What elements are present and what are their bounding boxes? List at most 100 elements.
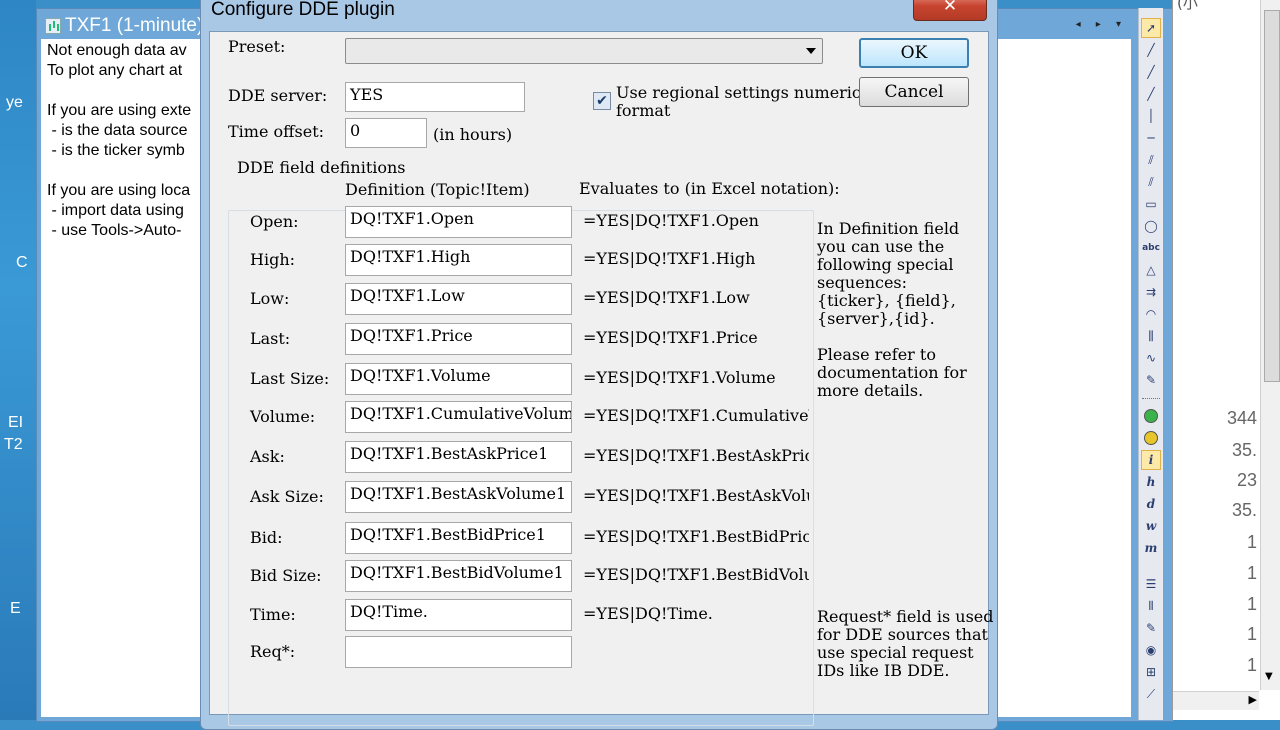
field-label: Ask:: [250, 447, 285, 466]
definition-input[interactable]: DQ!TXF1.BestBidPrice1: [345, 522, 572, 554]
regional-settings-checkbox[interactable]: ✔: [593, 92, 611, 110]
bars-icon[interactable]: ⦀: [1141, 596, 1161, 616]
chart-window-title: TXF1 (1-minute): [65, 15, 204, 36]
regional-settings-label: Use regional settings numeric format: [616, 83, 861, 120]
field-label: Open:: [250, 212, 299, 231]
chart-nav-arrows[interactable]: ◂ ▸ ▾: [1076, 19, 1127, 30]
definition-input[interactable]: DQ!TXF1.High: [345, 244, 572, 276]
group-title: DDE field definitions: [234, 158, 409, 177]
evaluates-value: =YES|DQ!TXF1.CumulativeVolume: [583, 406, 809, 425]
preset-dropdown[interactable]: [345, 38, 823, 64]
period-button-m[interactable]: m: [1141, 538, 1161, 558]
desktop-label: C: [16, 254, 28, 271]
parallel-lines-icon[interactable]: ⫽: [1141, 150, 1161, 170]
fan-icon[interactable]: ⟋: [1141, 684, 1161, 704]
ray-icon[interactable]: ╱: [1141, 62, 1161, 82]
field-label: Low:: [250, 289, 290, 308]
configure-dde-dialog: Configure DDE plugin ✕ Preset: DDE serve…: [200, 0, 998, 730]
definition-input[interactable]: DQ!TXF1.BestBidVolume1: [345, 560, 572, 592]
vertical-line-icon[interactable]: │: [1141, 106, 1161, 126]
quote-panel-hscrollbar[interactable]: ▶: [1173, 691, 1259, 710]
time-offset-input[interactable]: 0: [345, 118, 427, 148]
wifi-icon[interactable]: ◉: [1141, 640, 1161, 660]
evaluates-value: =YES|DQ!Time.: [583, 604, 713, 623]
quote-value: 344: [1226, 408, 1257, 428]
chevron-down-icon: [806, 48, 816, 54]
definition-input[interactable]: DQ!Time.: [345, 599, 572, 631]
cancel-button[interactable]: Cancel: [859, 77, 969, 107]
quote-value: 35.: [1231, 500, 1257, 520]
chart-message: Not enough data av To plot any chart at If…: [47, 41, 191, 241]
request-help-text: Request* field is used for DDE sources t…: [817, 607, 994, 680]
definition-input[interactable]: [345, 636, 572, 668]
chart-message-line: [47, 161, 191, 181]
definition-input[interactable]: DQ!TXF1.Open: [345, 206, 572, 238]
triangle-icon[interactable]: △: [1141, 260, 1161, 280]
zoom-in-icon[interactable]: [1141, 406, 1161, 426]
ok-button[interactable]: OK: [859, 38, 969, 68]
extended-line-icon[interactable]: ╱: [1141, 84, 1161, 104]
definition-input[interactable]: DQ!TXF1.BestAskPrice1: [345, 441, 572, 473]
ellipse-icon[interactable]: ◯: [1141, 216, 1161, 236]
chart-app-icon: [45, 18, 61, 34]
definition-input[interactable]: DQ!TXF1.BestAskVolume1: [345, 481, 572, 513]
line-icon[interactable]: ╱: [1141, 40, 1161, 60]
field-label: Volume:: [250, 407, 316, 426]
chart-message-line: [47, 81, 191, 101]
field-label: Req*:: [250, 642, 296, 661]
grid-icon[interactable]: ⊞: [1141, 662, 1161, 682]
period-button-d[interactable]: d: [1141, 494, 1161, 514]
scrollbar-thumb[interactable]: [1264, 10, 1280, 382]
desktop-label: EI: [8, 414, 24, 431]
polyline-icon[interactable]: ∿: [1141, 348, 1161, 368]
quote-panel: (小 344 35. 23 35. 1 1 1 1 1 ▼ ▶: [1172, 0, 1280, 720]
horizontal-line-icon[interactable]: ─: [1141, 128, 1161, 148]
chart-message-line: - use Tools->Auto-: [47, 222, 182, 239]
chart-window-titlebar[interactable]: TXF1 (1-minute): [45, 15, 203, 37]
chart-message-line: To plot any chart at: [47, 62, 183, 79]
arrow-icon[interactable]: ⇉: [1141, 282, 1161, 302]
desktop-label: T2: [4, 436, 23, 453]
close-button[interactable]: ✕: [913, 0, 987, 21]
chart-message-line: Not enough data av: [47, 42, 187, 59]
time-offset-label: Time offset:: [228, 122, 325, 141]
select-arrow-icon[interactable]: ➚: [1141, 18, 1161, 38]
zoom-out-icon[interactable]: [1141, 428, 1161, 448]
field-label: Last Size:: [250, 369, 330, 388]
field-label: Time:: [250, 605, 296, 624]
quote-value: 1: [1246, 655, 1257, 675]
evaluates-value: =YES|DQ!TXF1.BestBidPrice1: [583, 527, 809, 546]
channel-icon[interactable]: ⫽: [1141, 172, 1161, 192]
field-label: High:: [250, 250, 296, 269]
arc-icon[interactable]: ◠: [1141, 304, 1161, 324]
evaluates-column-header: Evaluates to (in Excel notation):: [579, 179, 840, 198]
list-icon[interactable]: ☰: [1141, 574, 1161, 594]
fibonacci-icon[interactable]: ⫼: [1141, 326, 1161, 346]
toolbar-separator: [1142, 398, 1160, 401]
quote-value: 35.: [1231, 440, 1257, 460]
definition-input[interactable]: DQ!TXF1.CumulativeVolume: [345, 401, 572, 433]
quote-value: 1: [1246, 563, 1257, 583]
chart-message-line: If you are using exte: [47, 102, 192, 119]
quote-panel-scrollbar[interactable]: ▼: [1260, 0, 1280, 690]
definition-input[interactable]: DQ!TXF1.Price: [345, 323, 572, 355]
scroll-right-icon[interactable]: ▶: [1249, 693, 1257, 706]
quote-panel-header: (小: [1177, 0, 1198, 12]
period-button-i[interactable]: i: [1141, 450, 1161, 470]
period-button-w[interactable]: w: [1141, 516, 1161, 536]
field-label: Bid Size:: [250, 566, 322, 585]
dde-server-input[interactable]: YES: [345, 82, 525, 112]
scroll-down-icon[interactable]: ▼: [1265, 671, 1273, 682]
rectangle-icon[interactable]: ▭: [1141, 194, 1161, 214]
quote-value: 1: [1246, 532, 1257, 552]
definition-input[interactable]: DQ!TXF1.Volume: [345, 363, 572, 395]
definition-help-text: In Definition field you can use the foll…: [817, 219, 967, 400]
pen-icon[interactable]: ✎: [1141, 370, 1161, 390]
dialog-title: Configure DDE plugin: [211, 0, 395, 20]
period-button-h[interactable]: h: [1141, 472, 1161, 492]
pen-tool-icon[interactable]: ✎: [1141, 618, 1161, 638]
text-icon[interactable]: abc: [1141, 238, 1161, 258]
definition-input[interactable]: DQ!TXF1.Low: [345, 283, 572, 315]
chart-message-line: - is the ticker symb: [47, 142, 185, 159]
quote-value: 1: [1246, 594, 1257, 614]
